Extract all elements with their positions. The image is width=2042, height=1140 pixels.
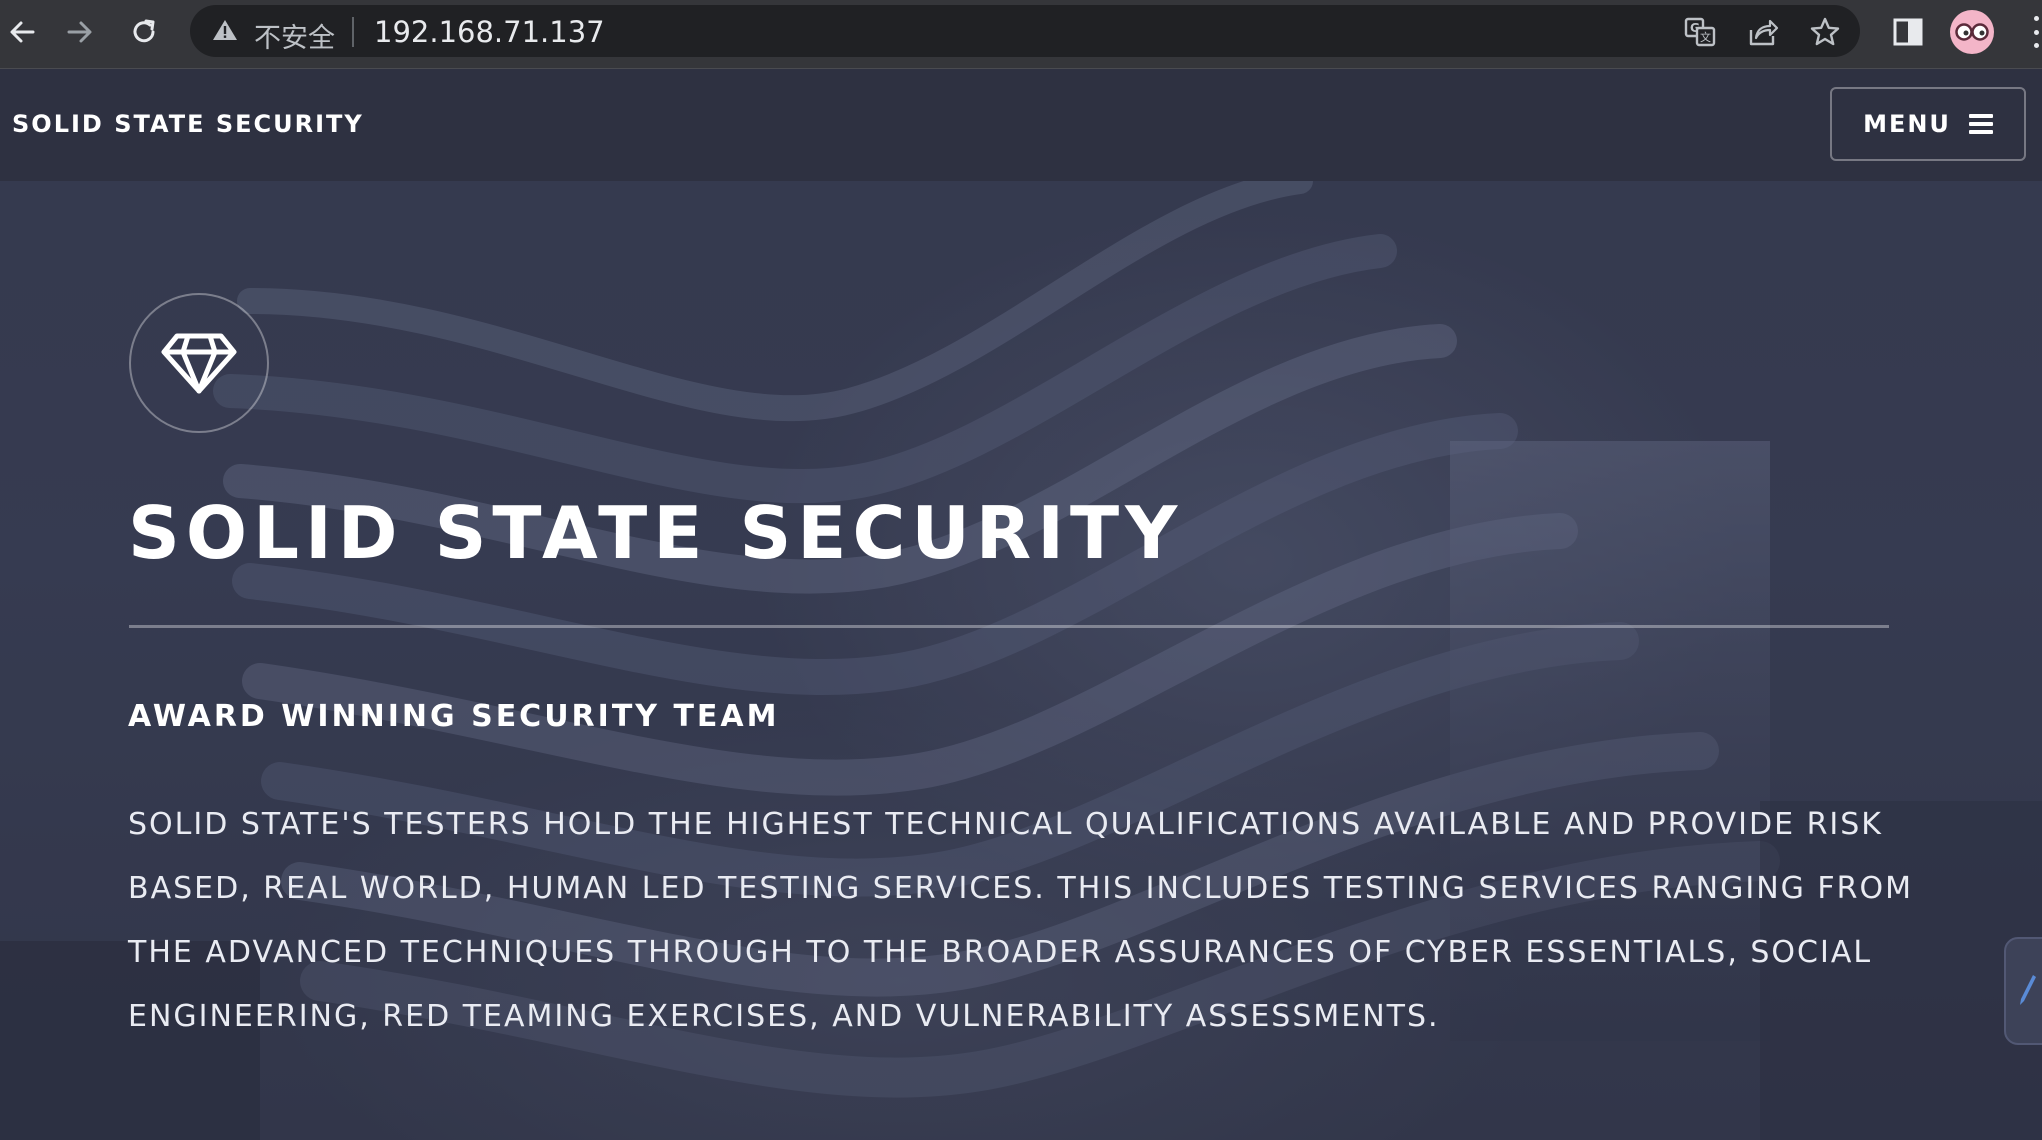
site-header: SOLID STATE SECURITY MENU bbox=[0, 69, 2042, 181]
menu-label: MENU bbox=[1863, 110, 1951, 138]
svg-text:文: 文 bbox=[1700, 30, 1711, 44]
address-separator bbox=[352, 17, 354, 47]
star-icon[interactable] bbox=[1805, 13, 1845, 51]
hero-content: SOLID STATE SECURITY AWARD WINNING SECUR… bbox=[0, 181, 2042, 1140]
hero-title: SOLID STATE SECURITY bbox=[128, 491, 1184, 575]
browser-toolbar: 不安全 192.168.71.137 G 文 bbox=[0, 0, 2042, 69]
arrow-left-icon bbox=[10, 21, 35, 43]
divider bbox=[129, 625, 1889, 628]
security-status-label[interactable]: 不安全 bbox=[254, 16, 335, 55]
pencil-icon bbox=[2020, 975, 2036, 1005]
hero-banner: SOLID STATE SECURITY AWARD WINNING SECUR… bbox=[0, 181, 2042, 1140]
address-bar[interactable]: 不安全 192.168.71.137 G 文 bbox=[190, 5, 1860, 57]
translate-icon[interactable]: G 文 bbox=[1680, 13, 1720, 51]
back-button[interactable] bbox=[0, 10, 44, 54]
kebab-menu-icon[interactable] bbox=[2030, 12, 2042, 52]
page-viewport: SOLID STATE SECURITY MENU SOLID STATE SE… bbox=[0, 69, 2042, 1140]
logo-circle bbox=[129, 293, 269, 433]
side-panel-icon[interactable] bbox=[1886, 10, 1930, 54]
side-widget-tab[interactable] bbox=[2004, 937, 2042, 1045]
arrow-right-icon bbox=[67, 21, 92, 43]
site-title[interactable]: SOLID STATE SECURITY bbox=[12, 110, 364, 138]
url-text[interactable]: 192.168.71.137 bbox=[374, 15, 605, 49]
warning-triangle-icon[interactable] bbox=[210, 15, 240, 45]
hero-subtitle: AWARD WINNING SECURITY TEAM bbox=[128, 699, 780, 734]
reload-button[interactable] bbox=[122, 10, 166, 54]
avatar[interactable] bbox=[1950, 10, 1994, 54]
menu-button[interactable]: MENU bbox=[1830, 87, 2026, 161]
forward-button[interactable] bbox=[58, 10, 102, 54]
share-icon[interactable] bbox=[1743, 13, 1783, 51]
hero-description: SOLID STATE'S TESTERS HOLD THE HIGHEST T… bbox=[128, 807, 1914, 1034]
profile-glasses-icon bbox=[1955, 23, 1989, 41]
hamburger-icon bbox=[1968, 114, 1993, 134]
reload-icon bbox=[133, 19, 155, 43]
diamond-icon bbox=[161, 333, 237, 394]
